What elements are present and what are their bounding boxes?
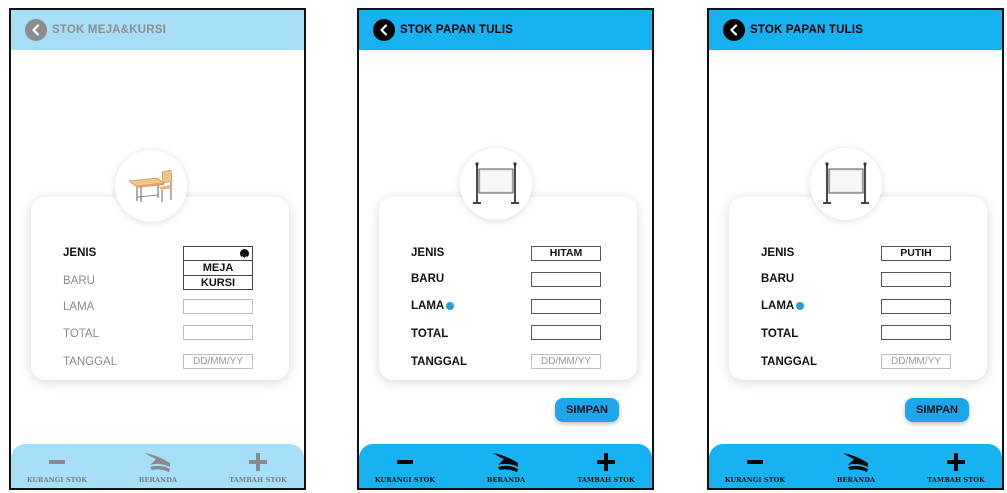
back-button[interactable]: [723, 19, 745, 41]
screen-stok-meja-kursi: STOK MEJA&KURSI JENIS BARU LAMA TOTAL TA…: [9, 8, 306, 490]
label-total: TOTAL: [761, 328, 799, 340]
back-button[interactable]: [25, 19, 47, 41]
label-total: TOTAL: [411, 328, 449, 340]
item-image: [810, 148, 882, 220]
top-bar: STOK PAPAN TULIS: [709, 10, 1002, 50]
tanggal-input[interactable]: DD/MM/YY: [881, 354, 951, 369]
nav-tambah-stok[interactable]: TAMBAH STOK: [566, 444, 646, 488]
label-tanggal: TANGGAL: [411, 356, 468, 368]
whiteboard-icon: [823, 162, 869, 204]
top-bar: STOK PAPAN TULIS: [359, 10, 652, 50]
home-icon: [843, 453, 868, 472]
label-lama: LAMA: [761, 300, 805, 312]
label-lama-text: LAMA: [411, 300, 445, 312]
nav-tambah-stok[interactable]: TAMBAH STOK: [218, 444, 298, 488]
nav-label-beranda: BERANDA: [836, 476, 876, 484]
total-input[interactable]: [531, 325, 601, 340]
label-total: TOTAL: [63, 328, 99, 340]
label-baru: BARU: [761, 273, 795, 285]
page-title: STOK PAPAN TULIS: [750, 24, 864, 36]
label-jenis: JENIS: [63, 247, 97, 259]
nav-label-kurangi: KURANGI STOK: [374, 476, 436, 484]
baru-input[interactable]: [881, 272, 951, 287]
jenis-dropdown[interactable]: MEJA KURSI: [183, 246, 253, 290]
label-lama: LAMA: [411, 300, 455, 312]
nav-beranda[interactable]: BERANDA: [466, 444, 546, 488]
nav-label-beranda: BERANDA: [138, 476, 178, 484]
back-button[interactable]: [373, 19, 395, 41]
nav-label-kurangi: KURANGI STOK: [26, 476, 88, 484]
option-meja[interactable]: MEJA: [184, 261, 252, 275]
nav-label-tambah: TAMBAH STOK: [927, 476, 985, 484]
top-bar: STOK MEJA&KURSI: [11, 10, 304, 50]
save-button[interactable]: SIMPAN: [905, 398, 969, 422]
jenis-field[interactable]: HITAM: [531, 246, 601, 261]
total-input[interactable]: [183, 325, 253, 340]
bottom-nav: KURANGI STOK BERANDA TAMBAH STOK: [709, 444, 1002, 488]
whiteboard-icon: [473, 162, 519, 204]
nav-label-kurangi: KURANGI STOK: [724, 476, 786, 484]
label-jenis: JENIS: [761, 247, 795, 259]
nav-label-tambah: TAMBAH STOK: [229, 476, 287, 484]
desk-chair-icon: [127, 169, 173, 202]
label-lama: LAMA: [63, 301, 95, 313]
nav-kurangi-stok[interactable]: KURANGI STOK: [715, 444, 795, 488]
item-image: [115, 150, 187, 222]
tanggal-input[interactable]: DD/MM/YY: [183, 354, 253, 369]
back-arrow-icon: [730, 24, 738, 36]
indicator-dot: [796, 302, 805, 310]
plus-icon: [947, 453, 965, 471]
nav-tambah-stok[interactable]: TAMBAH STOK: [916, 444, 996, 488]
dropdown-header[interactable]: [184, 247, 252, 261]
nav-beranda[interactable]: BERANDA: [816, 444, 896, 488]
jenis-field[interactable]: PUTIH: [881, 246, 951, 261]
indicator-dot: [446, 302, 455, 310]
label-baru: BARU: [411, 273, 445, 285]
item-image: [460, 148, 532, 220]
baru-input[interactable]: [531, 272, 601, 287]
label-tanggal: TANGGAL: [761, 356, 818, 368]
label-tanggal: TANGGAL: [63, 356, 118, 368]
stock-form-card: [729, 197, 987, 380]
screen-stok-papan-tulis-hitam: STOK PAPAN TULIS JENIS BARU LAMA TOTAL T…: [357, 8, 654, 490]
minus-icon: [49, 460, 65, 464]
nav-beranda[interactable]: BERANDA: [118, 444, 198, 488]
tanggal-input[interactable]: DD/MM/YY: [531, 354, 601, 369]
plus-icon: [249, 453, 267, 471]
label-baru: BARU: [63, 275, 95, 287]
total-input[interactable]: [881, 325, 951, 340]
home-icon: [145, 453, 170, 472]
bottom-nav: KURANGI STOK BERANDA TAMBAH STOK: [359, 444, 652, 488]
bottom-nav: KURANGI STOK BERANDA TAMBAH STOK: [11, 444, 304, 488]
stock-form-card: [379, 197, 637, 380]
back-arrow-icon: [32, 24, 40, 36]
lama-input[interactable]: [183, 299, 253, 314]
lama-input[interactable]: [531, 299, 601, 314]
plus-icon: [597, 453, 615, 471]
chevron-down-icon: [240, 249, 249, 260]
minus-icon: [397, 460, 413, 464]
page-title: STOK MEJA&KURSI: [52, 24, 166, 36]
nav-kurangi-stok[interactable]: KURANGI STOK: [365, 444, 445, 488]
save-button[interactable]: SIMPAN: [555, 398, 619, 422]
back-arrow-icon: [380, 24, 388, 36]
nav-label-beranda: BERANDA: [486, 476, 526, 484]
home-icon: [493, 453, 518, 472]
minus-icon: [747, 460, 763, 464]
nav-label-tambah: TAMBAH STOK: [577, 476, 635, 484]
lama-input[interactable]: [881, 299, 951, 314]
nav-kurangi-stok[interactable]: KURANGI STOK: [17, 444, 97, 488]
option-kursi[interactable]: KURSI: [184, 275, 252, 289]
label-jenis: JENIS: [411, 247, 445, 259]
screen-stok-papan-tulis-putih: STOK PAPAN TULIS JENIS BARU LAMA TOTAL T…: [707, 8, 1004, 490]
label-lama-text: LAMA: [761, 300, 795, 312]
page-title: STOK PAPAN TULIS: [400, 24, 514, 36]
